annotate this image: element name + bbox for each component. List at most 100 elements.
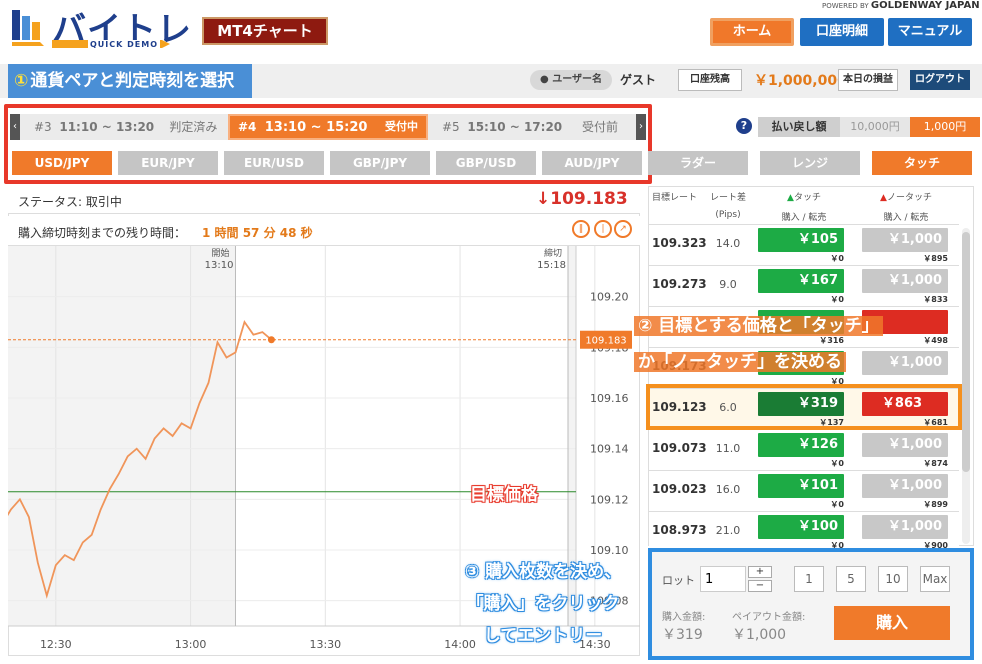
buy-button[interactable]: 購入 [834, 606, 950, 640]
y-tick-label: 109.16 [590, 392, 629, 405]
y-tick-label: 109.14 [590, 443, 629, 456]
head-notouch-sub: 購入 / 転売 [883, 213, 929, 223]
target-rate: 108.973 [652, 523, 707, 537]
notouch-icon: ▲ [880, 193, 887, 203]
table-scrollbar[interactable] [962, 228, 970, 544]
notouch-buy-button[interactable]: ￥1,000 [862, 433, 948, 457]
account-balance-button[interactable]: 口座残高 [678, 69, 742, 91]
selected-row-highlight [646, 384, 962, 430]
head-diff: レート差 [709, 193, 746, 203]
marker-time: 13:10 [205, 260, 234, 271]
rate-diff-pips: 21.0 [715, 524, 741, 537]
touch-buy-button[interactable]: ￥100 [758, 515, 844, 539]
nav-home-button[interactable]: ホーム [710, 18, 794, 46]
candle-chart-icon[interactable]: ‖ [572, 220, 590, 238]
notouch-resell-amount: ￥895 [923, 254, 948, 263]
logout-button[interactable]: ログアウト [910, 70, 970, 90]
touch-resell-amount: ￥0 [830, 254, 844, 263]
logo-sub: QUICK DEMO [88, 40, 160, 49]
lot-label: ロット [662, 574, 695, 587]
head-touch: ▲タッチ [787, 193, 821, 203]
current-price: ↓109.183 [536, 189, 628, 209]
balance-value: ￥1,000,000 [754, 73, 847, 89]
payout-amount: ￥1,000 [732, 627, 787, 643]
head-notouch: ▲ノータッチ [880, 193, 932, 203]
nav-manual-button[interactable]: マニュアル [888, 18, 972, 46]
rate-diff-pips: 16.0 [715, 483, 741, 496]
deadline-value: 1 時間 57 分 48 秒 [202, 226, 313, 240]
payout-1000[interactable]: 1,000円 [910, 117, 980, 137]
mode-range[interactable]: レンジ [760, 151, 860, 175]
target-price-label: 目標価格 [470, 484, 538, 505]
target-rate: 109.323 [652, 236, 707, 250]
qty-max-button[interactable]: Max [920, 566, 950, 592]
mt4-chart-button[interactable]: MT4チャート [202, 17, 328, 45]
notouch-buy-button[interactable]: ￥1,000 [862, 474, 948, 498]
help-icon[interactable]: ? [736, 118, 752, 134]
head-touch-sub: 購入 / 転売 [781, 213, 827, 223]
purchase-amount: ￥319 [662, 627, 703, 643]
y-tick-label: 109.20 [590, 291, 629, 304]
y-tick-label: 109.12 [590, 493, 629, 506]
down-arrow-icon: ↓ [536, 189, 551, 209]
nav-account-details-button[interactable]: 口座明細 [800, 18, 884, 46]
x-tick-label: 12:30 [40, 638, 72, 651]
step1-highlight [4, 104, 652, 184]
status-label: ステータス: 取引中 [18, 195, 122, 209]
pre-start-area [8, 246, 236, 626]
bar-chart-icon[interactable]: ∣ [594, 220, 612, 238]
purchase-amount-label: 購入金額: [662, 612, 706, 623]
step2-annotation: ② 目標とする価格と「タッチ」 か「ノータッチ」を決める [634, 308, 952, 380]
touch-icon: ▲ [787, 193, 794, 203]
rate-diff-pips: 11.0 [715, 442, 741, 455]
guest-name: ゲスト [620, 73, 657, 87]
marker-label: 開始 [211, 247, 229, 259]
notouch-buy-button[interactable]: ￥1,000 [862, 269, 948, 293]
head-pips: (Pips) [715, 210, 741, 220]
touch-buy-button[interactable]: ￥101 [758, 474, 844, 498]
payout-label: 払い戻し額 [758, 117, 840, 137]
head-rate: 目標レート [652, 193, 698, 203]
payout-10000[interactable]: 10,000円 [840, 117, 910, 137]
step3-annotation: ③ 購入枚数を決め、 「購入」をクリック してエントリー [464, 562, 622, 646]
qty-1-button[interactable]: 1 [794, 566, 824, 592]
deadline-label: 購入締切時刻までの残り時間： [18, 226, 187, 240]
touch-buy-button[interactable]: ￥126 [758, 433, 844, 457]
today-pl-button[interactable]: 本日の損益 [838, 69, 898, 91]
current-price-tag: 109.183 [585, 336, 626, 347]
lot-plus-button[interactable]: + [748, 566, 772, 578]
user-icon: ● [539, 74, 553, 85]
lot-input[interactable] [700, 566, 746, 592]
target-rate: 109.073 [652, 441, 707, 455]
notouch-resell-amount: ￥899 [923, 500, 948, 509]
step1-annotation: ① 通貨ペアと判定時刻を選択 [8, 64, 252, 98]
x-tick-label: 13:00 [175, 638, 207, 651]
touch-buy-button[interactable]: ￥105 [758, 228, 844, 252]
touch-buy-button[interactable]: ￥167 [758, 269, 844, 293]
mode-touch[interactable]: タッチ [872, 151, 972, 175]
last-price-point [267, 336, 275, 344]
line-chart-icon[interactable]: ↗ [614, 220, 632, 238]
qty-5-button[interactable]: 5 [836, 566, 866, 592]
touch-resell-amount: ￥0 [830, 500, 844, 509]
notouch-resell-amount: ￥874 [923, 459, 948, 468]
notouch-buy-button[interactable]: ￥1,000 [862, 515, 948, 539]
user-name-badge: ● ユーザー名 [530, 70, 612, 90]
powered-by: POWERED BY GOLDENWAY JAPAN [822, 0, 980, 11]
rate-diff-pips: 9.0 [719, 278, 737, 291]
qty-10-button[interactable]: 10 [878, 566, 908, 592]
notouch-resell-amount: ￥833 [923, 295, 948, 304]
payout-amount-label: ペイアウト金額: [732, 612, 806, 623]
rate-diff-pips: 14.0 [715, 237, 741, 250]
touch-resell-amount: ￥0 [830, 459, 844, 468]
target-rate: 109.023 [652, 482, 707, 496]
marker-label: 締切 [544, 247, 562, 259]
marker-time: 15:18 [537, 260, 566, 271]
target-rate: 109.273 [652, 277, 707, 291]
mode-ladder[interactable]: ラダー [648, 151, 748, 175]
lot-minus-button[interactable]: − [748, 580, 772, 592]
notouch-buy-button[interactable]: ￥1,000 [862, 228, 948, 252]
touch-resell-amount: ￥0 [830, 295, 844, 304]
logo-icon [12, 10, 44, 46]
x-tick-label: 13:30 [309, 638, 341, 651]
